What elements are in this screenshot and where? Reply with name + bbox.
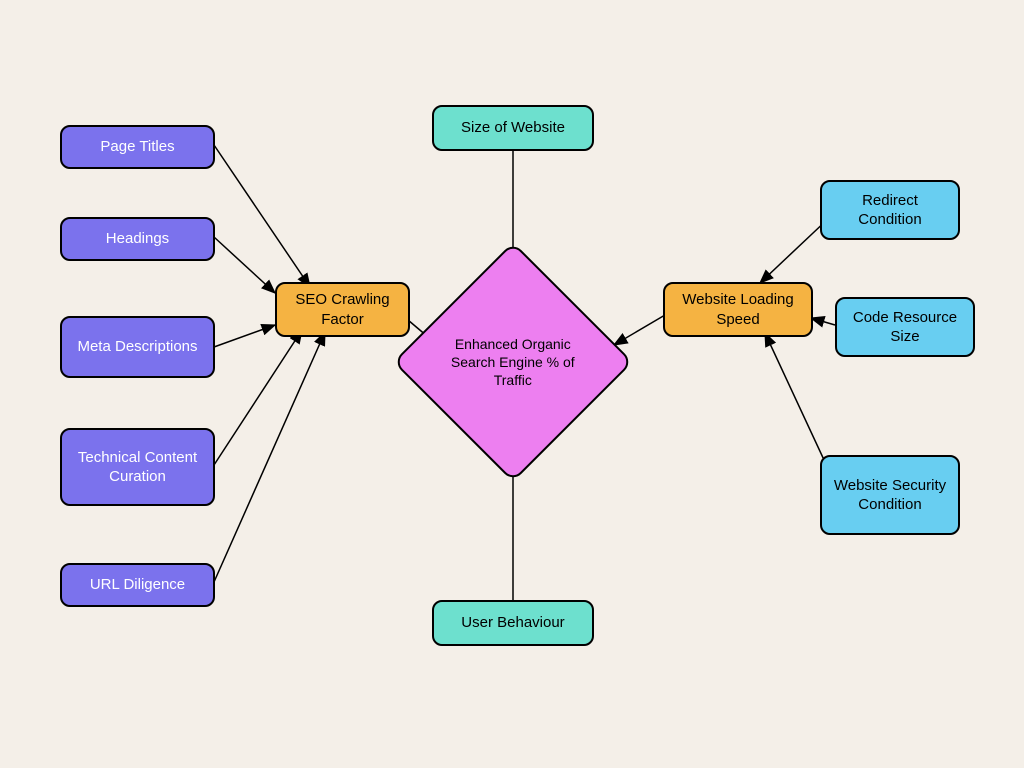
node-seo-crawling: SEO Crawling Factor xyxy=(275,282,410,337)
node-redirect-condition: Redirect Condition xyxy=(820,180,960,240)
node-security-condition: Website Security Condition xyxy=(820,455,960,535)
node-page-titles: Page Titles xyxy=(60,125,215,169)
node-label: Size of Website xyxy=(461,118,565,138)
node-center-diamond: Enhanced Organic Search Engine % of Traf… xyxy=(393,242,633,482)
node-label: Redirect Condition xyxy=(832,191,948,230)
diamond-label: Enhanced Organic Search Engine % of Traf… xyxy=(448,335,578,390)
node-technical-content: Technical Content Curation xyxy=(60,428,215,506)
node-label: Website Loading Speed xyxy=(675,290,801,329)
node-label: Website Security Condition xyxy=(832,476,948,515)
node-label: Page Titles xyxy=(100,137,174,157)
node-label: Meta Descriptions xyxy=(77,337,197,357)
node-label: Headings xyxy=(106,229,169,249)
node-loading-speed: Website Loading Speed xyxy=(663,282,813,337)
node-label: User Behaviour xyxy=(461,613,564,633)
node-code-resource: Code Resource Size xyxy=(835,297,975,357)
node-label: Code Resource Size xyxy=(847,308,963,347)
node-label: Technical Content Curation xyxy=(72,448,203,487)
node-label: SEO Crawling Factor xyxy=(287,290,398,329)
node-url-diligence: URL Diligence xyxy=(60,563,215,607)
node-size-of-website: Size of Website xyxy=(432,105,594,151)
node-meta-descriptions: Meta Descriptions xyxy=(60,316,215,378)
node-user-behaviour: User Behaviour xyxy=(432,600,594,646)
node-headings: Headings xyxy=(60,217,215,261)
node-label: URL Diligence xyxy=(90,575,185,595)
